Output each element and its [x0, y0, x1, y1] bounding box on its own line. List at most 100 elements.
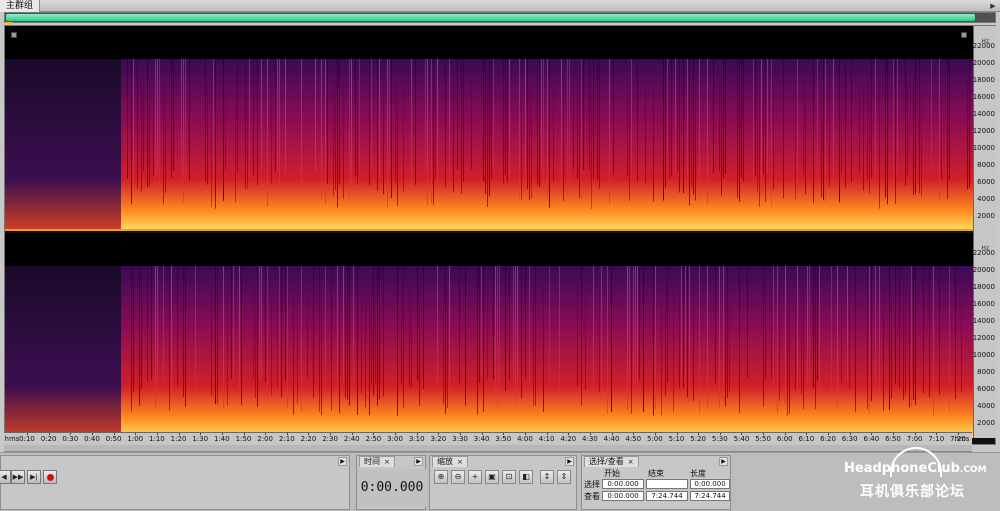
frequency-tick-label: 8000 — [977, 161, 995, 169]
row-select-label: 选择 — [584, 480, 600, 489]
spectrogram-streak — [155, 59, 156, 179]
spectrogram-streak — [955, 266, 956, 400]
horizontal-scrollbar[interactable] — [4, 445, 972, 452]
spectrogram-streak — [321, 59, 322, 200]
close-icon[interactable]: × — [457, 458, 463, 466]
time-tick-label: 4:30 — [582, 435, 598, 443]
time-tick-label: 1:50 — [235, 435, 252, 443]
time-ruler[interactable]: hms hms 0:10 0:20 0:30 0:40 0:50 1:00 1:10 1:20 1:… — [4, 432, 972, 445]
spectrogram-left — [5, 59, 973, 231]
selection-length-field[interactable]: 0:00.000 — [690, 479, 730, 489]
zoom-corner-icon[interactable] — [961, 32, 967, 38]
spectrogram-streak — [607, 266, 608, 414]
spectrogram-streak — [213, 59, 214, 193]
spectrogram-streak — [593, 59, 594, 179]
zoom-in-amplitude-icon[interactable]: ⊕ — [434, 470, 448, 484]
spectrogram-streak — [637, 266, 638, 402]
spectrogram-streak — [829, 59, 830, 187]
spectrogram-streak — [895, 59, 896, 204]
spectrogram-streak — [531, 59, 532, 199]
spectrogram-streak — [847, 266, 848, 382]
zoom-in-vertical-icon[interactable]: ↕ — [540, 470, 554, 484]
frequency-tick-label: 6000 — [977, 178, 995, 186]
spectrogram-streak — [713, 59, 714, 173]
zoom-full-icon[interactable]: ▣ — [485, 470, 499, 484]
close-icon[interactable]: × — [384, 458, 390, 466]
spectrogram-streak — [163, 266, 164, 388]
time-tick-label: 4:20 — [560, 435, 577, 443]
tab-zoom[interactable]: 缩放 × — [432, 456, 468, 467]
view-end-field[interactable]: 7:24.744 — [646, 491, 688, 501]
spectrogram-streak — [755, 59, 756, 177]
spectrogram-streak — [907, 59, 908, 175]
close-icon[interactable]: × — [628, 458, 634, 466]
spectrogram-streak — [361, 266, 362, 394]
frequency-ruler: Hz 22000 20000 18000 16000 14000 12000 10000 800… — [973, 26, 997, 438]
spectrogram-streak — [805, 59, 806, 195]
spectral-display[interactable]: Hz 22000 20000 18000 16000 14000 12000 10000 800… — [4, 25, 997, 445]
time-tick-label: 0:20 — [40, 435, 57, 443]
spectrogram-streak — [539, 59, 540, 188]
selection-end-field[interactable] — [646, 479, 688, 489]
overview-thumb[interactable] — [6, 14, 975, 21]
spectrogram-streak — [343, 266, 344, 382]
spectrogram-streak — [331, 266, 332, 411]
spectrogram-streak — [449, 59, 450, 179]
tab-selection-view[interactable]: 选择/查看 × — [584, 456, 639, 467]
spectrogram-streak — [879, 59, 880, 209]
panel-menu-icon[interactable]: ▶ — [988, 1, 998, 11]
spectrogram-streak — [747, 266, 748, 379]
spectrogram-streak — [307, 266, 308, 378]
view-start-field[interactable]: 0:00.000 — [602, 491, 644, 501]
spectrogram-streak — [543, 266, 544, 412]
spectrogram-streak — [691, 59, 692, 189]
forward-end-icon[interactable]: ▶| — [27, 470, 41, 484]
tab-time[interactable]: 时间 × — [359, 456, 395, 467]
spectrogram-streak — [369, 59, 370, 186]
spectrogram-streak — [265, 266, 266, 382]
channel-right[interactable] — [5, 233, 973, 438]
spectrogram-streak — [435, 59, 436, 179]
zoom-out-amplitude-icon[interactable]: ⊖ — [451, 470, 465, 484]
zoom-left-icon[interactable]: ◧ — [519, 470, 533, 484]
zoom-selection-icon[interactable]: ⊡ — [502, 470, 516, 484]
channel-left[interactable] — [5, 26, 973, 231]
panel-menu-icon[interactable]: ▶ — [338, 457, 347, 466]
spectrogram-streak — [549, 59, 550, 208]
spectrogram-streak — [915, 266, 916, 405]
spectrogram-streak — [325, 266, 326, 381]
panel-menu-icon[interactable]: ▶ — [414, 457, 423, 466]
fast-forward-icon[interactable]: ▶▶ — [11, 470, 25, 484]
time-tick-label: 7:10 — [928, 435, 945, 443]
view-length-field[interactable]: 7:24.744 — [690, 491, 730, 501]
panel-menu-icon[interactable]: ▶ — [565, 457, 574, 466]
spectrogram-right — [5, 266, 973, 438]
spectrogram-streak — [629, 266, 630, 385]
zoom-out-vertical-icon[interactable]: ⇕ — [557, 470, 571, 484]
spectrogram-streak — [397, 266, 398, 416]
time-tick-label: 7:20 — [950, 435, 966, 443]
spectrogram-streak — [725, 266, 726, 407]
channel-baseline — [5, 229, 973, 231]
spectrogram-streak — [895, 266, 896, 384]
rewind-end-icon[interactable]: ◀ — [0, 470, 11, 484]
selection-start-field[interactable]: 0:00.000 — [602, 479, 644, 489]
spectrogram-streak — [357, 59, 358, 186]
panel-menu-icon[interactable]: ▶ — [719, 457, 728, 466]
spectrogram-streak — [533, 266, 534, 406]
record-button[interactable] — [43, 470, 57, 484]
spectrogram-streak — [851, 59, 852, 182]
spectrogram-streak — [611, 266, 612, 412]
spectrogram-streak — [183, 266, 184, 397]
spectrogram-streak — [477, 266, 478, 415]
overview-scrollbar[interactable] — [4, 12, 996, 23]
spectrogram-streak — [397, 59, 398, 206]
spectrogram-streak — [491, 59, 492, 179]
spectrogram-streak — [849, 266, 850, 390]
tab-main-group[interactable]: 主群组 — [0, 0, 41, 12]
spectrogram-streak — [599, 59, 600, 189]
zoom-corner-icon[interactable] — [11, 32, 17, 38]
zoom-in-time-icon[interactable]: + — [468, 470, 482, 484]
spectrogram-streak — [879, 266, 880, 391]
spectrogram-streak — [137, 59, 138, 189]
